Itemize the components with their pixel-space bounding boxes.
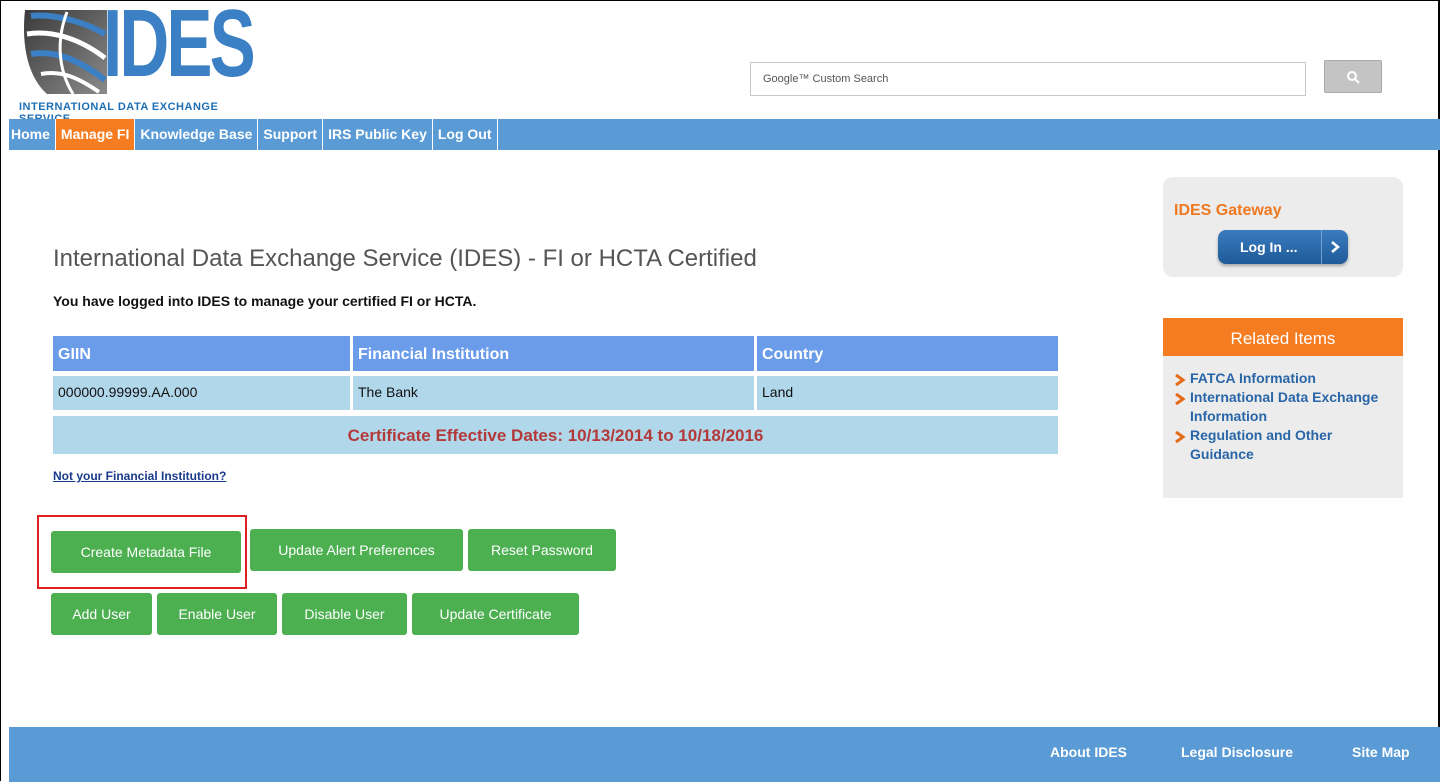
search-button[interactable] bbox=[1324, 60, 1382, 93]
reset-password-button[interactable]: Reset Password bbox=[468, 529, 616, 571]
gateway-title: IDES Gateway bbox=[1174, 202, 1282, 219]
log-in-label: Log In ... bbox=[1240, 239, 1298, 255]
nav-support[interactable]: Support bbox=[258, 119, 324, 150]
search-input[interactable]: Google™ Custom Search bbox=[750, 62, 1306, 96]
footer-legal-disclosure[interactable]: Legal Disclosure bbox=[1181, 744, 1293, 760]
main-nav: Home Manage FI Knowledge Base Support IR… bbox=[9, 119, 1440, 150]
related-item-regulation[interactable]: Regulation and Other Guidance bbox=[1174, 426, 1390, 464]
header-financial-institution: Financial Institution bbox=[353, 336, 757, 371]
search-icon bbox=[1347, 70, 1360, 84]
related-item-international-data[interactable]: International Data Exchange Information bbox=[1174, 388, 1390, 426]
related-item-label: International Data Exchange Information bbox=[1190, 389, 1379, 424]
cell-financial-institution: The Bank bbox=[353, 376, 757, 410]
nav-log-out[interactable]: Log Out bbox=[433, 119, 498, 150]
highlight-box bbox=[37, 515, 247, 589]
not-your-fi-link[interactable]: Not your Financial Institution? bbox=[53, 469, 226, 483]
search-placeholder: Google™ Custom Search bbox=[763, 73, 889, 85]
related-items-panel: Related Items FATCA Information Internat… bbox=[1163, 318, 1403, 498]
related-item-fatca[interactable]: FATCA Information bbox=[1174, 369, 1390, 388]
footer: About IDES Legal Disclosure Site Map bbox=[9, 727, 1440, 782]
chevron-right-icon bbox=[1174, 391, 1186, 410]
header-country: Country bbox=[757, 336, 1058, 371]
cell-giin: 000000.99999.AA.000 bbox=[53, 376, 353, 410]
footer-about-ides[interactable]: About IDES bbox=[1050, 744, 1127, 760]
ides-gateway-panel: IDES Gateway Log In ... bbox=[1163, 177, 1403, 277]
related-items-title: Related Items bbox=[1163, 318, 1403, 356]
table-header-row: GIIN Financial Institution Country bbox=[53, 336, 1058, 371]
logo-wordmark: IDES bbox=[103, 0, 256, 97]
update-alert-preferences-button[interactable]: Update Alert Preferences bbox=[250, 529, 463, 571]
disable-user-button[interactable]: Disable User bbox=[282, 593, 407, 635]
nav-manage-fi[interactable]: Manage FI bbox=[55, 119, 136, 150]
header-giin: GIIN bbox=[53, 336, 353, 371]
related-item-label: Regulation and Other Guidance bbox=[1190, 427, 1333, 462]
page-subtitle: You have logged into IDES to manage your… bbox=[53, 293, 477, 309]
nav-home[interactable]: Home bbox=[9, 119, 56, 150]
nav-knowledge-base[interactable]: Knowledge Base bbox=[135, 119, 259, 150]
page-title: International Data Exchange Service (IDE… bbox=[53, 245, 757, 272]
globe-logo-icon bbox=[23, 10, 108, 95]
table-row: 000000.99999.AA.000 The Bank Land bbox=[53, 376, 1058, 410]
chevron-right-icon bbox=[1321, 230, 1348, 264]
chevron-right-icon bbox=[1174, 429, 1186, 448]
update-certificate-button[interactable]: Update Certificate bbox=[412, 593, 579, 635]
add-user-button[interactable]: Add User bbox=[51, 593, 152, 635]
certificate-dates: Certificate Effective Dates: 10/13/2014 … bbox=[53, 416, 1058, 454]
cell-country: Land bbox=[757, 376, 1058, 410]
related-item-label: FATCA Information bbox=[1190, 370, 1316, 386]
enable-user-button[interactable]: Enable User bbox=[157, 593, 277, 635]
footer-site-map[interactable]: Site Map bbox=[1352, 744, 1410, 760]
log-in-button[interactable]: Log In ... bbox=[1218, 230, 1348, 264]
ides-logo[interactable]: IDES INTERNATIONAL DATA EXCHANGE SERVICE bbox=[17, 0, 257, 125]
nav-irs-public-key[interactable]: IRS Public Key bbox=[323, 119, 433, 150]
